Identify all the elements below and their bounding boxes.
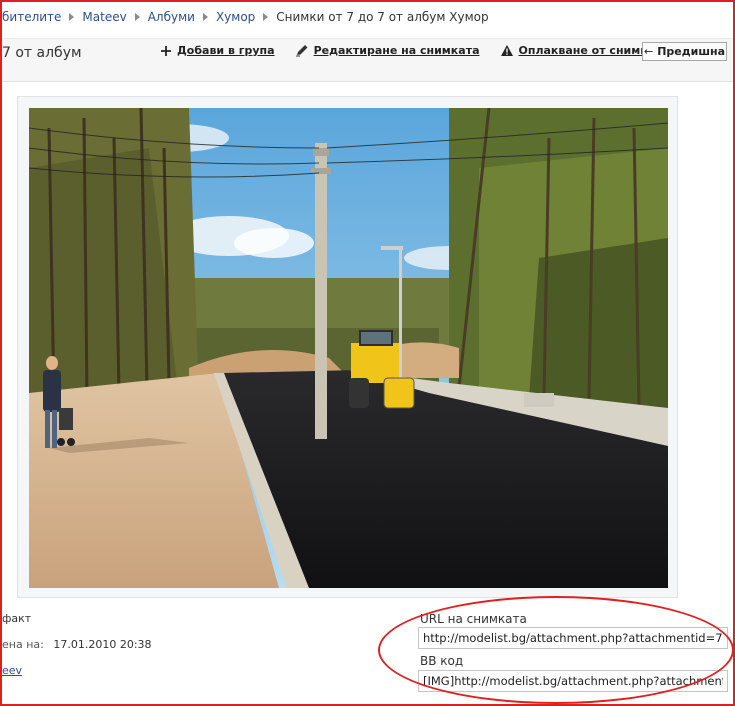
breadcrumb: бителите Mateev Албуми Хумор Снимки от 7… — [2, 8, 489, 26]
uploader: eev — [2, 664, 22, 677]
bb-code-field[interactable] — [418, 670, 728, 692]
breadcrumb-item-members[interactable]: бителите — [2, 10, 61, 24]
breadcrumb-current: Снимки от 7 до 7 от албум Хумор — [276, 10, 489, 24]
upload-title: факт — [2, 612, 32, 625]
photo-url-field[interactable] — [418, 627, 728, 649]
uploader-link[interactable]: eev — [2, 664, 22, 677]
plus-icon — [161, 45, 171, 56]
breadcrumb-item-albums[interactable]: Албуми — [148, 10, 195, 24]
upload-date-value: 17.01.2010 20:38 — [53, 638, 152, 651]
breadcrumb-arrow-icon — [263, 13, 269, 21]
photo-container — [17, 96, 678, 598]
road-construction-photo[interactable] — [29, 108, 668, 588]
arrow-left-icon: ← — [643, 45, 654, 58]
photo-actions: Добави в група Редактиране на снимката О… — [160, 44, 675, 57]
upload-date-label: ена на: — [2, 638, 44, 651]
breadcrumb-item-user[interactable]: Mateev — [82, 10, 126, 24]
page-title: 7 от албум — [2, 45, 82, 61]
breadcrumb-item-album[interactable]: Хумор — [216, 10, 255, 24]
report-photo-button[interactable]: Оплакване от снимка — [500, 44, 656, 57]
previous-photo-button[interactable]: ← Предишна — [642, 42, 727, 61]
edit-photo-label: Редактиране на снимката — [313, 44, 480, 57]
previous-label: Предишна — [657, 45, 726, 58]
add-to-group-button[interactable]: Добави в група — [160, 44, 275, 57]
edit-photo-button[interactable]: Редактиране на снимката — [295, 44, 480, 57]
pencil-icon — [295, 45, 308, 57]
breadcrumb-arrow-icon — [69, 13, 75, 21]
bb-code-label: BB код — [420, 654, 464, 668]
warning-icon — [500, 45, 513, 56]
breadcrumb-arrow-icon — [134, 13, 140, 21]
photo-url-label: URL на снимката — [420, 612, 527, 626]
report-photo-label: Оплакване от снимка — [518, 44, 656, 57]
add-to-group-label: Добави в група — [177, 44, 275, 57]
upload-date: ена на: 17.01.2010 20:38 — [2, 638, 152, 651]
breadcrumb-arrow-icon — [202, 13, 208, 21]
photo-toolbar: 7 от албум Добави в група Редактиране на… — [2, 38, 733, 82]
